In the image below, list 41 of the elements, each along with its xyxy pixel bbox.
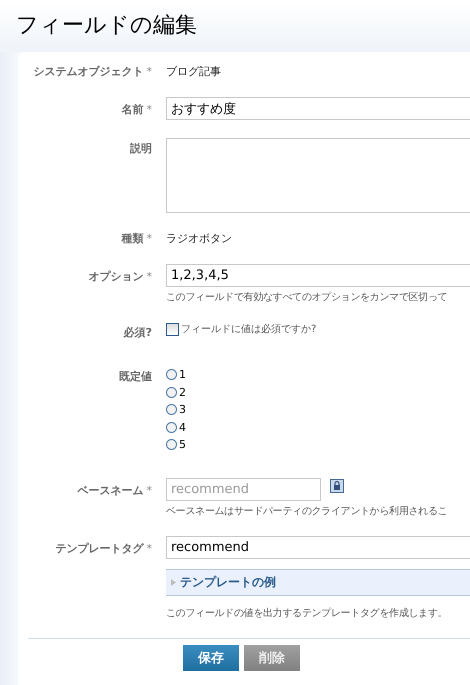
field-label: 種類 [122,232,144,245]
radio-label: 2 [179,386,186,399]
radio-button[interactable] [166,386,177,398]
required-mark: * [146,65,152,78]
radio-label: 4 [179,420,186,434]
field-value: ブログ記事 [166,65,221,78]
lock-icon[interactable] [330,478,344,492]
radio-button[interactable] [166,422,177,433]
radio-label: 5 [179,438,186,452]
radio-label: 1 [179,368,186,382]
field-label: ベースネーム [78,484,144,496]
input-field[interactable]: 1,2,3,4,5 [166,264,470,287]
field-label: 既定値 [119,370,152,383]
field-label: テンプレートタグ [56,542,144,554]
checkbox-label: フィールドに値は必須ですか? [181,322,316,336]
save-button[interactable]: 保存 [183,644,239,670]
field-label: システムオブジェクト [34,65,144,78]
hint-text: このフィールドの値を出力するテンプレートタグを作成します。 [166,606,448,620]
radio-button[interactable] [166,439,177,450]
required-mark: * [146,484,152,496]
input-field[interactable]: おすすめ度 [166,97,470,120]
required-mark: * [146,270,152,283]
radio-label: 3 [179,403,186,416]
field-label: オプション [88,270,144,283]
checkbox[interactable] [166,322,179,336]
page-title: フィールドの編集 [0,0,470,52]
field-label: 名前 [122,103,144,116]
field-label: 説明 [130,142,152,155]
radio-button[interactable] [166,369,177,380]
hint-text: このフィールドで有効なすべてのオプションをカンマで区切って [166,290,448,304]
field-value: ラジオボタン [166,232,232,245]
radio-button[interactable] [166,404,177,416]
input-field[interactable]: recommend [166,536,470,558]
required-mark: * [146,103,152,116]
hint-text: ベースネームはサードパーティのクライアントから利用されるこ [166,504,448,518]
required-mark: * [146,232,152,245]
description-field[interactable] [166,138,470,213]
required-mark: * [146,542,152,554]
field-label: 必須? [124,326,152,339]
template-example-toggle[interactable]: テンプレートの例 [166,568,470,596]
expand-icon [171,578,176,586]
